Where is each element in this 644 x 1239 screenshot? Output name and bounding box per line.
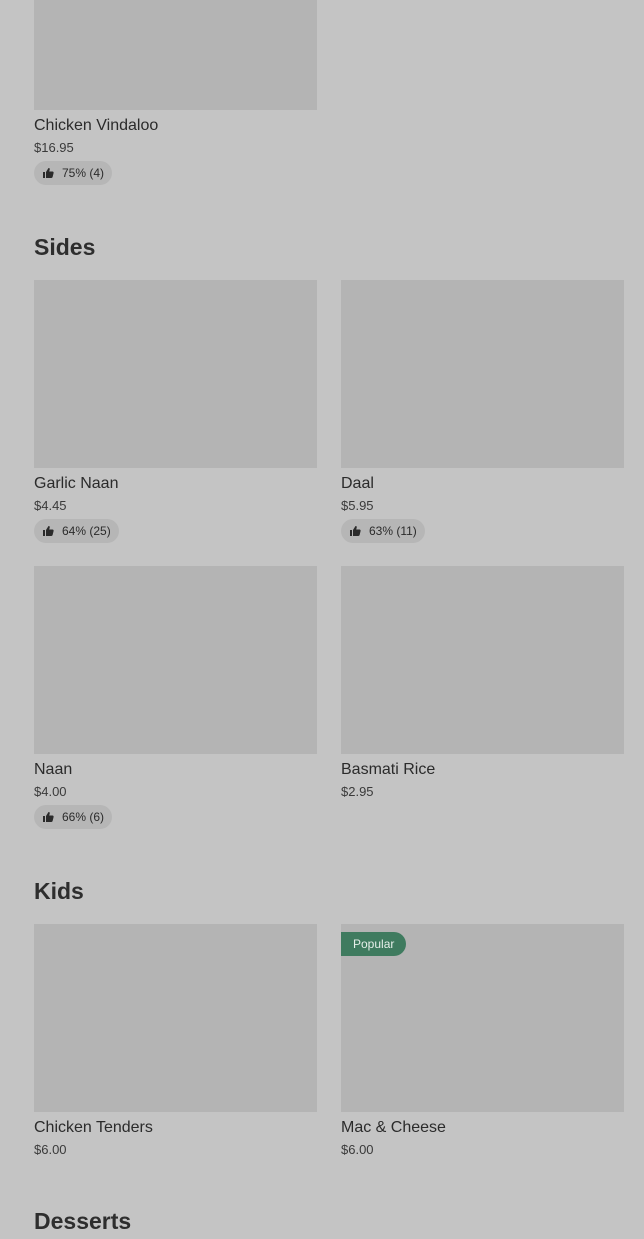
menu-item-card[interactable]: Daal $5.95 63% (11) — [341, 280, 624, 543]
item-image — [34, 566, 317, 754]
rating-text: 75% (4) — [62, 166, 105, 180]
item-name: Chicken Vindaloo — [34, 117, 159, 134]
rating-pill: 66% (6) — [34, 805, 113, 829]
item-price: $6.00 — [34, 1142, 67, 1157]
item-image — [34, 280, 317, 468]
menu-item-card[interactable]: Garlic Naan $4.45 64% (25) — [34, 280, 317, 543]
rating-pill: 64% (25) — [34, 519, 119, 543]
rating-text: 64% (25) — [62, 524, 111, 538]
menu-item-card[interactable]: Naan $4.00 66% (6) — [34, 566, 317, 829]
thumbs-up-icon — [43, 526, 54, 536]
menu-page: Chicken Vindaloo $16.95 75% (4) Sides Ga… — [0, 0, 644, 1239]
item-name: Basmati Rice — [341, 761, 436, 778]
section-title-sides: Sides — [34, 234, 96, 260]
item-name: Naan — [34, 761, 73, 778]
item-image — [341, 280, 624, 468]
popular-badge: Popular — [341, 932, 407, 956]
menu-item-card[interactable]: Basmati Rice $2.95 — [341, 566, 624, 799]
item-name: Garlic Naan — [34, 475, 119, 492]
item-price: $5.95 — [341, 498, 374, 513]
rating-text: 66% (6) — [62, 810, 105, 824]
rating-pill: 63% (11) — [341, 519, 425, 543]
item-name: Chicken Tenders — [34, 1119, 153, 1136]
thumbs-up-icon — [350, 526, 361, 536]
item-image: Popular — [341, 924, 624, 1112]
menu-item-card[interactable]: Popular Mac & Cheese $6.00 — [341, 924, 624, 1157]
item-price: $16.95 — [34, 140, 74, 155]
menu-item-card[interactable]: Chicken Vindaloo $16.95 75% (4) — [34, 0, 317, 185]
thumbs-up-icon — [43, 168, 54, 178]
item-name: Daal — [341, 475, 374, 492]
section-title-desserts: Desserts — [34, 1208, 132, 1234]
item-price: $4.45 — [34, 498, 67, 513]
rating-text: 63% (11) — [369, 524, 417, 538]
item-image — [34, 924, 317, 1112]
item-price: $4.00 — [34, 784, 67, 799]
menu-item-card[interactable]: Chicken Tenders $6.00 — [34, 924, 317, 1157]
section-title-kids: Kids — [34, 878, 84, 904]
item-price: $6.00 — [341, 1142, 374, 1157]
item-price: $2.95 — [341, 784, 374, 799]
item-image — [34, 0, 317, 110]
item-image — [341, 566, 624, 754]
item-name: Mac & Cheese — [341, 1119, 446, 1136]
thumbs-up-icon — [43, 812, 54, 822]
rating-pill: 75% (4) — [34, 161, 113, 185]
